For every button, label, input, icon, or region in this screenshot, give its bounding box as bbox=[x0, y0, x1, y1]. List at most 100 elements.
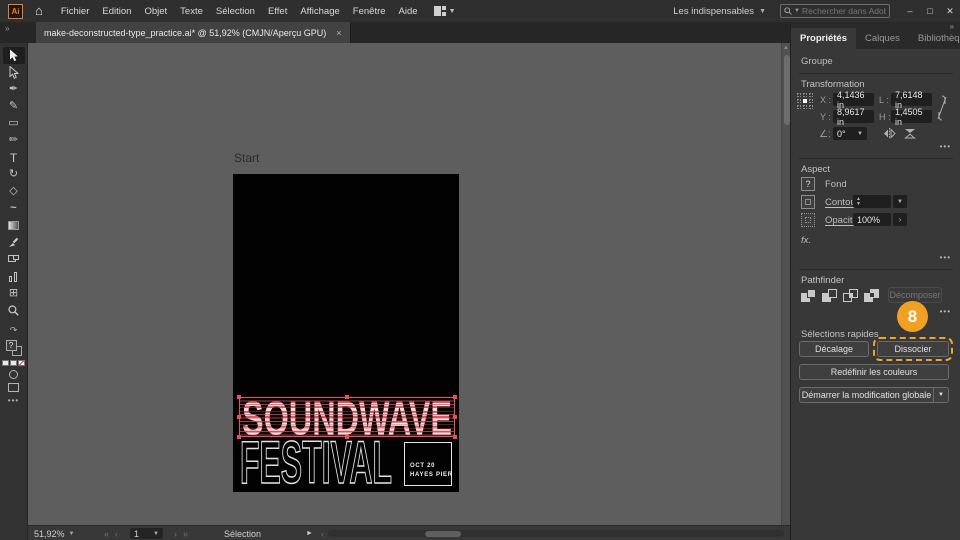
ungroup-button[interactable]: Dissocier bbox=[873, 337, 953, 361]
rotation-angle-field[interactable]: 0° ▼ bbox=[833, 127, 867, 140]
close-button[interactable]: ✕ bbox=[940, 0, 960, 22]
opacity-value-field[interactable]: 100% bbox=[853, 213, 891, 226]
pen-tool[interactable]: ✒ bbox=[3, 81, 25, 98]
fill-stroke-indicator[interactable]: ? bbox=[5, 340, 22, 356]
pathfinder-exclude-icon[interactable] bbox=[864, 289, 881, 303]
symbol-sprayer-tool[interactable] bbox=[3, 251, 25, 268]
x-value-field[interactable]: 4,1436 in bbox=[833, 90, 874, 110]
maximize-button[interactable]: □ bbox=[920, 0, 940, 22]
flip-horizontal-icon[interactable] bbox=[883, 128, 896, 139]
curvature-tool[interactable]: ✎ bbox=[3, 98, 25, 115]
menu-fenetre[interactable]: Fenêtre bbox=[351, 6, 388, 17]
status-menu-icon[interactable]: ► bbox=[306, 530, 313, 537]
more-appearance-options-icon[interactable]: ••• bbox=[940, 253, 951, 262]
effects-fx-button[interactable]: fx. bbox=[801, 235, 811, 246]
constrain-proportions-icon[interactable] bbox=[937, 94, 947, 127]
fill-swatch-icon[interactable]: ? bbox=[5, 340, 17, 351]
menu-texte[interactable]: Texte bbox=[178, 6, 205, 17]
draw-mode-icon[interactable] bbox=[9, 370, 18, 379]
menu-aide[interactable]: Aide bbox=[397, 6, 420, 17]
stroke-weight-dropdown-icon[interactable]: ▼ bbox=[893, 195, 907, 208]
flip-vertical-icon[interactable] bbox=[904, 128, 916, 139]
rotate-tool[interactable]: ↻ bbox=[3, 166, 25, 183]
screen-mode-icon[interactable] bbox=[8, 383, 19, 392]
gradient-swatch-icon[interactable] bbox=[10, 360, 17, 366]
reference-point-selector[interactable] bbox=[797, 93, 813, 109]
pathfinder-minus-front-icon[interactable] bbox=[822, 289, 839, 303]
y-value-field[interactable]: 8,9617 in bbox=[833, 107, 874, 127]
fill-color-swatch[interactable]: ? bbox=[801, 177, 815, 191]
adobe-stock-search[interactable]: ▼ bbox=[780, 4, 890, 18]
menu-edition[interactable]: Edition bbox=[100, 6, 133, 17]
arrange-documents-icon[interactable]: ▼ bbox=[433, 6, 456, 16]
global-edit-dropdown-icon[interactable]: ▼ bbox=[933, 387, 949, 403]
graph-tool[interactable] bbox=[3, 268, 25, 285]
stroke-color-swatch[interactable] bbox=[801, 195, 815, 209]
eyedropper-tool[interactable] bbox=[3, 234, 25, 251]
zoom-level-control[interactable]: 51,92% ▼ bbox=[34, 526, 74, 540]
shaper-tool[interactable]: ~ bbox=[3, 200, 25, 217]
fill-label[interactable]: Fond bbox=[825, 179, 847, 190]
selection-handle[interactable] bbox=[237, 415, 241, 419]
close-tab-icon[interactable]: × bbox=[336, 28, 341, 38]
tab-bibliotheques[interactable]: Bibliothèques bbox=[909, 28, 960, 49]
opacity-expand-icon[interactable]: › bbox=[893, 213, 907, 226]
direct-selection-tool[interactable] bbox=[3, 64, 25, 81]
selection-tool[interactable] bbox=[2, 47, 25, 64]
poster-info-box[interactable]: OCT 20 HAYES PIER bbox=[404, 442, 452, 486]
next-artboard-icon[interactable]: › bbox=[174, 529, 177, 539]
selection-handle[interactable] bbox=[453, 415, 457, 419]
collapse-icon[interactable]: ‹ bbox=[321, 529, 324, 539]
rectangle-tool[interactable]: ▭ bbox=[3, 115, 25, 132]
search-input[interactable] bbox=[801, 6, 886, 16]
opacity-swatch[interactable] bbox=[801, 213, 815, 227]
artboard-tool[interactable]: ⊞ bbox=[3, 285, 25, 302]
gradient-tool[interactable] bbox=[3, 217, 25, 234]
prev-artboard-icon[interactable]: ‹ bbox=[115, 529, 118, 539]
more-transform-options-icon[interactable]: ••• bbox=[940, 142, 951, 151]
document-tab[interactable]: make-deconstructed-type_practice.ai* @ 5… bbox=[36, 22, 351, 43]
tab-proprietes[interactable]: Propriétés bbox=[791, 28, 856, 49]
last-artboard-icon[interactable]: » bbox=[183, 529, 188, 539]
illustrator-logo-icon[interactable]: Ai bbox=[8, 3, 23, 19]
menu-effet[interactable]: Effet bbox=[266, 6, 289, 17]
artboard[interactable]: SOUNDWAVE FESTIVAL OCT 20 HAYES PIER bbox=[233, 174, 459, 497]
width-value-field[interactable]: 7,6148 in bbox=[891, 90, 932, 110]
pathfinder-intersect-icon[interactable] bbox=[843, 289, 860, 303]
horizontal-scrollbar[interactable] bbox=[328, 530, 784, 537]
artboard-name-label[interactable]: Start bbox=[234, 151, 259, 165]
poster-subtitle-art[interactable]: FESTIVAL bbox=[238, 428, 400, 496]
height-value-field[interactable]: 1,4505 in bbox=[891, 107, 932, 127]
swap-fill-stroke-icon[interactable]: ↷ bbox=[10, 325, 18, 336]
selection-handle[interactable] bbox=[237, 395, 241, 399]
canvas-pasteboard[interactable]: Start SOUNDWAVE FESTIVAL OCT 20 HAYES PI… bbox=[28, 43, 790, 525]
edit-toolbar-icon[interactable]: ••• bbox=[8, 396, 19, 405]
tab-calques[interactable]: Calques bbox=[856, 28, 909, 49]
more-pathfinder-options-icon[interactable]: ••• bbox=[940, 307, 951, 316]
horizontal-scroll-thumb[interactable] bbox=[425, 530, 461, 537]
poster-title-art[interactable]: SOUNDWAVE bbox=[237, 395, 457, 439]
chevron-down-icon[interactable]: ▼ bbox=[857, 131, 863, 137]
menu-objet[interactable]: Objet bbox=[142, 6, 169, 17]
pathfinder-unite-icon[interactable] bbox=[801, 289, 818, 303]
selection-handle[interactable] bbox=[453, 435, 457, 439]
vertical-scroll-thumb[interactable] bbox=[783, 55, 790, 125]
start-global-edit-button[interactable]: Démarrer la modification globale bbox=[799, 387, 933, 403]
scroll-up-icon[interactable]: ▲ bbox=[783, 45, 789, 51]
scale-tool[interactable]: ◇ bbox=[3, 183, 25, 200]
artboard-number-field[interactable]: 1 ▼ bbox=[130, 526, 163, 540]
menu-affichage[interactable]: Affichage bbox=[298, 6, 341, 17]
stroke-weight-stepper[interactable]: ▲ ▼ bbox=[853, 195, 891, 208]
menu-selection[interactable]: Sélection bbox=[214, 6, 257, 17]
selection-handle[interactable] bbox=[345, 395, 349, 399]
recolor-artwork-button[interactable]: Redéfinir les couleurs bbox=[799, 364, 949, 380]
minimize-button[interactable]: – bbox=[900, 0, 920, 22]
offset-path-button[interactable]: Décalage bbox=[799, 341, 869, 357]
menu-fichier[interactable]: Fichier bbox=[59, 6, 92, 17]
paintbrush-tool[interactable]: ✏ bbox=[3, 132, 25, 149]
expand-dock-icon[interactable]: » bbox=[5, 24, 9, 33]
home-icon[interactable]: ⌂ bbox=[35, 4, 43, 17]
vertical-scrollbar[interactable]: ▲ bbox=[781, 43, 790, 525]
color-swatch-icon[interactable] bbox=[2, 360, 9, 366]
first-artboard-icon[interactable]: « bbox=[104, 529, 109, 539]
